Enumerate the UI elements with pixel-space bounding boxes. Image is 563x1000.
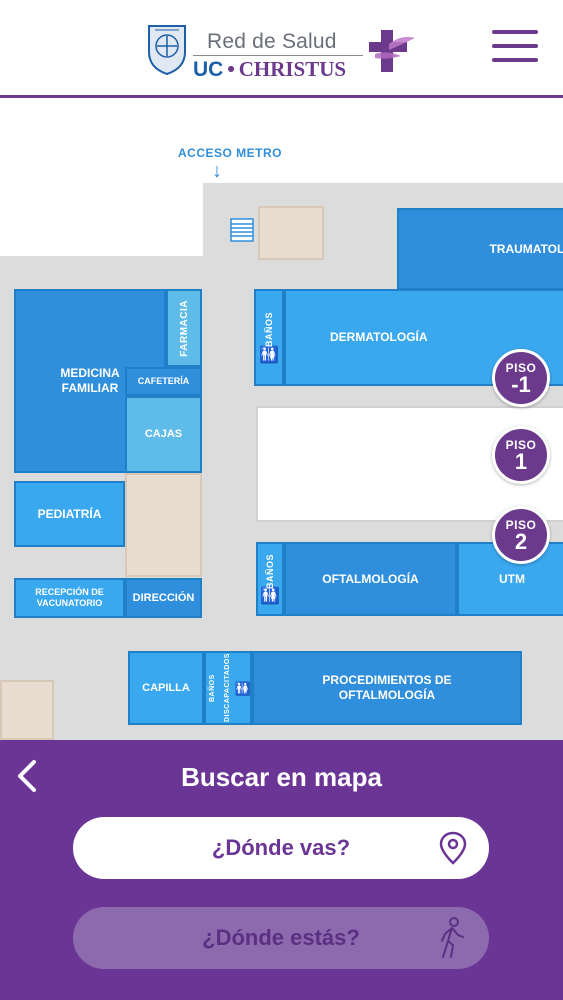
room-recepcion-vacunatorio[interactable]: RECEPCIÓN DE VACUNATORIO <box>14 578 125 618</box>
hamburger-menu-icon[interactable] <box>492 30 538 66</box>
floor-button-2[interactable]: PISO 2 <box>492 506 550 564</box>
panel-title: Buscar en mapa <box>181 762 382 792</box>
menu-line <box>492 44 538 48</box>
red-de-salud-logo: Red de Salud UC • CHRISTUS <box>145 20 435 82</box>
room-capilla[interactable]: CAPILLA <box>128 651 204 725</box>
menu-line <box>492 30 538 34</box>
room-cafeteria[interactable]: CAFETERÍA <box>125 367 202 396</box>
room-banos-2[interactable]: BAÑOS 🚻 <box>256 542 284 616</box>
room-label: CAFETERÍA <box>137 376 190 386</box>
room-unlabeled-corridor <box>125 473 202 577</box>
christus-cross-icon <box>369 30 415 72</box>
floor-number: -1 <box>511 372 531 397</box>
floor-number: 1 <box>514 449 528 474</box>
destination-search-button[interactable]: ¿Dónde vas? <box>73 817 489 879</box>
room-label: FARMACIA <box>178 299 190 357</box>
floor-button-minus-1[interactable]: PISO -1 <box>492 349 550 407</box>
room-cajas[interactable]: CAJAS <box>125 396 202 473</box>
room-traumatologia[interactable]: TRAUMATOLOGÍA <box>397 208 563 290</box>
walking-person-icon <box>441 917 464 958</box>
room-procedimientos-oftalmologia[interactable]: PROCEDIMIENTOS DE OFTALMOLOGÍA <box>252 651 522 725</box>
room-direccion[interactable]: DIRECCIÓN <box>125 578 202 618</box>
destination-label: ¿Dónde vas? <box>211 835 351 860</box>
room-banos-1[interactable]: BAÑOS 🚻 <box>254 289 284 386</box>
menu-line <box>492 58 538 62</box>
room-label: RECEPCIÓN DE VACUNATORIO <box>35 587 104 608</box>
origin-search-button[interactable]: ¿Dónde estás? <box>73 907 489 969</box>
room-label: CAPILLA <box>142 681 190 694</box>
room-label: BAÑOS <box>264 553 275 589</box>
room-pediatria[interactable]: PEDIATRÍA <box>14 481 125 547</box>
restroom-icon: 🚻 <box>260 588 280 605</box>
logo-text-bottom: UC • CHRISTUS <box>193 57 346 82</box>
logo-uc: UC <box>193 58 224 81</box>
uc-seal-icon <box>148 25 186 76</box>
room-label: OFTALMOLOGÍA <box>322 571 419 586</box>
room-label: PEDIATRÍA <box>37 506 102 521</box>
room-banos-discapacitados[interactable]: BAÑOS DISCAPACITADOS 🚻 <box>204 651 252 725</box>
room-label: BAÑOS DISCAPACITADOS <box>208 653 231 723</box>
room-label: PROCEDIMIENTOS DE OFTALMOLOGÍA <box>322 673 452 702</box>
room-label: DERMATOLOGÍA <box>330 330 428 344</box>
metro-access-label: ACCESO METRO <box>178 146 283 160</box>
logo-christus: CHRISTUS <box>238 57 347 81</box>
floor-map[interactable]: ACCESO METRO ↓ TRAUMATOLOGÍA MEDICINA FA… <box>0 98 563 740</box>
room-farmacia[interactable]: FARMACIA <box>166 289 202 367</box>
floor-button-1[interactable]: PISO 1 <box>492 426 550 484</box>
logo-divider <box>193 55 363 56</box>
room-unlabeled-bottom-left <box>0 680 54 740</box>
search-panel: Buscar en mapa ¿Dónde vas? ¿Dónde estás? <box>0 740 563 1000</box>
logo-dot: • <box>227 58 235 81</box>
room-oftalmologia[interactable]: OFTALMOLOGÍA <box>284 542 457 616</box>
logo-text-top: Red de Salud <box>207 30 337 53</box>
origin-label: ¿Dónde estás? <box>202 925 360 950</box>
room-label: BAÑOS <box>263 312 274 348</box>
room-label: CAJAS <box>144 428 183 440</box>
room-unlabeled-top <box>258 206 324 260</box>
arrow-down-icon: ↓ <box>212 160 222 182</box>
restroom-icon: 🚻 <box>259 346 279 364</box>
stairs-icon <box>230 218 254 242</box>
app-header: Red de Salud UC • CHRISTUS <box>0 0 563 98</box>
floor-number: 2 <box>514 529 528 554</box>
map-pin-icon <box>439 831 467 865</box>
room-label: UTM <box>499 571 525 586</box>
room-label: DIRECCIÓN <box>132 591 195 604</box>
restroom-icon: 🚻 <box>234 680 252 696</box>
room-label: TRAUMATOLOGÍA <box>489 241 563 256</box>
